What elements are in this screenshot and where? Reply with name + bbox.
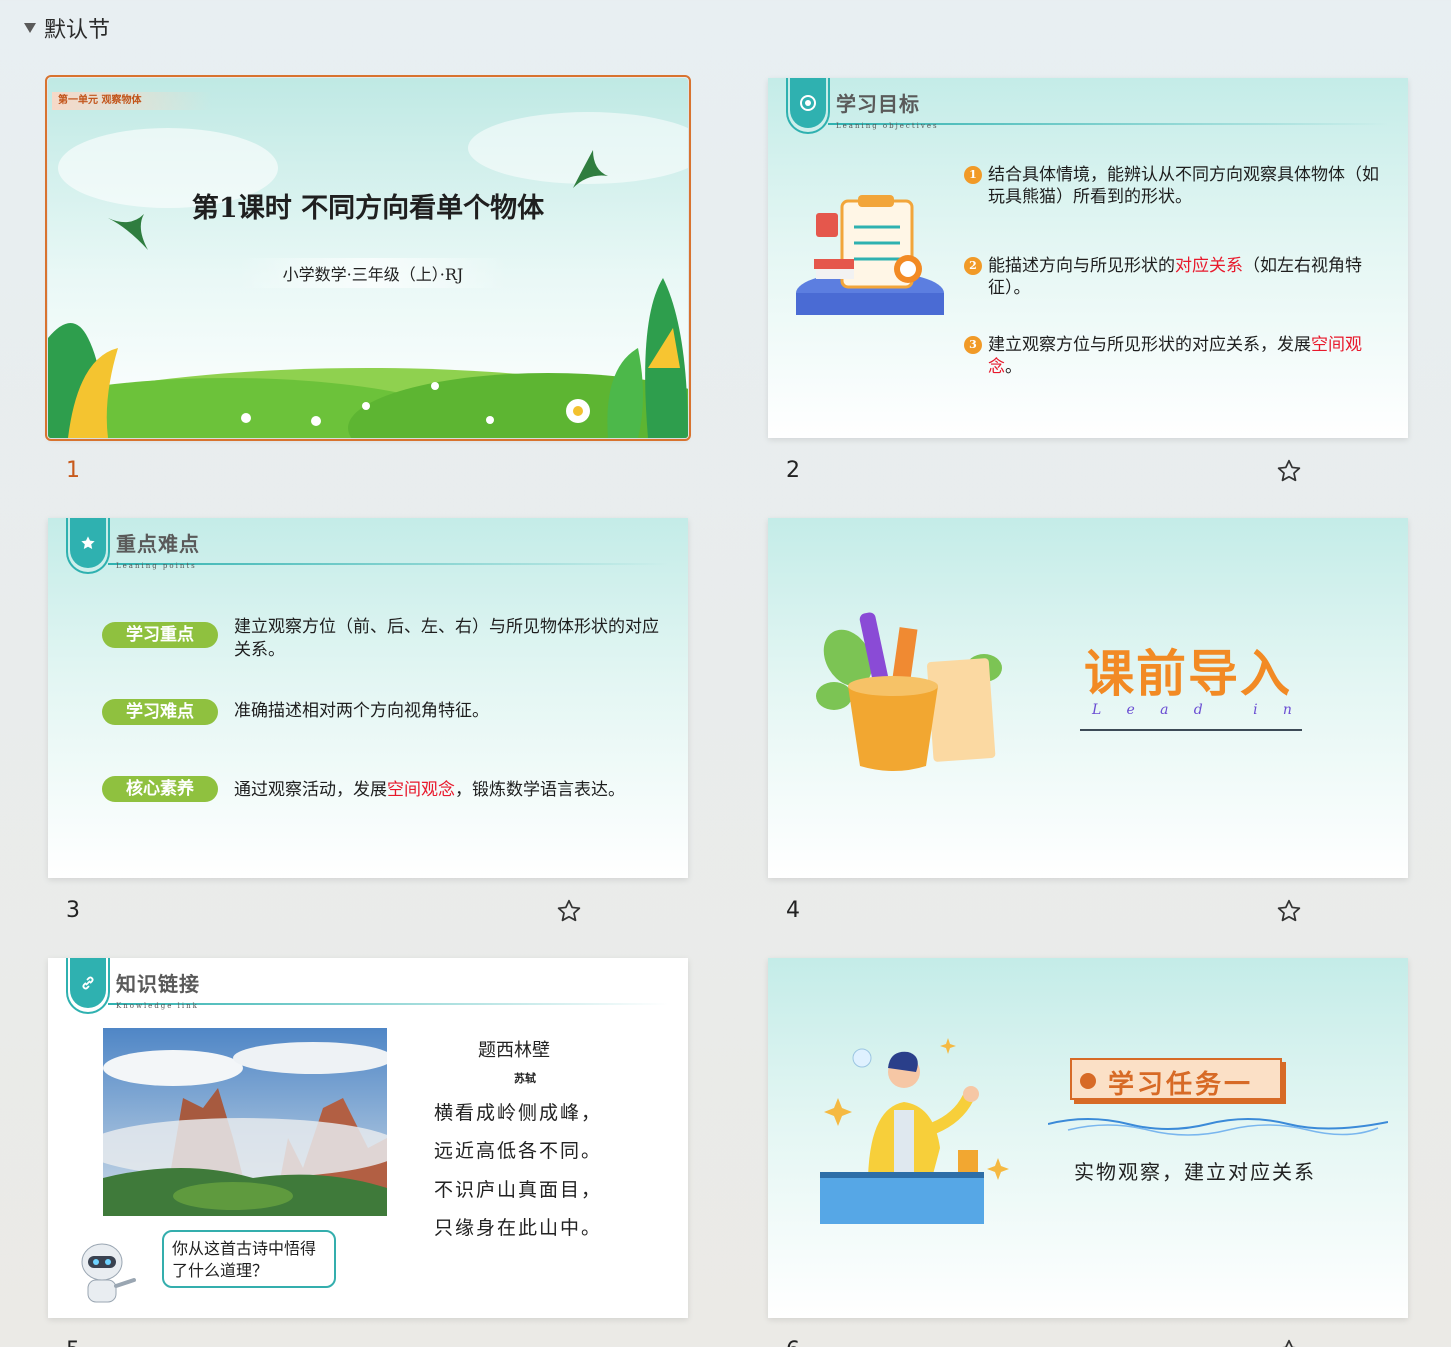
slide-thumbnail-5[interactable]: 知识链接 Knowledge link 题西林壁 苏轼 横看成岭侧成峰， 远近高…: [48, 958, 688, 1318]
star-icon: [81, 536, 95, 549]
link-icon: [82, 976, 94, 990]
test-clipboard-illustration: [796, 195, 944, 315]
slide-number-4: 4: [786, 898, 800, 923]
slide-thumbnail-4[interactable]: 课前导入 Leadin: [768, 518, 1408, 878]
objective-text-1: 结合具体情境，能辨认从不同方向观察具体物体（如玩具熊猫）所看到的形状。: [988, 165, 1379, 207]
slide-thumbnail-3[interactable]: 重点难点 Leaning points 学习重点 建立观察方位（前、后、左、右）…: [48, 518, 688, 878]
key-point-text: 建立观察方位（前、后、左、右）与所见物体形状的对应关系。: [234, 617, 659, 660]
slide-heading-en: Leaning objectives: [836, 122, 939, 130]
section-header[interactable]: 默认节: [24, 12, 110, 44]
slide-title: 第1课时 不同方向看单个物体: [191, 193, 545, 224]
slide-thumbnail-2[interactable]: 学习目标 Leaning objectives 1 结合具体情境，能辨认从不同方…: [768, 78, 1408, 438]
slide-number-2: 2: [786, 458, 800, 483]
difficulty-text: 准确描述相对两个方向视角特征。: [234, 701, 489, 721]
task-bullet: [1080, 1073, 1096, 1089]
title-underline: [1080, 729, 1302, 731]
slide-title: 课前导入: [1084, 644, 1292, 703]
slide-subtitle: 小学数学·三年级（上）·RJ: [238, 258, 508, 288]
collapse-triangle-icon[interactable]: [24, 23, 36, 33]
poem-line-2: 远近高低各不同。: [434, 1140, 603, 1162]
favorite-star-icon[interactable]: [1276, 458, 1302, 484]
objective-text-3: 建立观察方位与所见形状的对应关系，发展空间观念。: [988, 335, 1362, 377]
objective-number-1: 1: [964, 166, 982, 184]
task-title: 学习任务一: [1108, 1070, 1254, 1100]
slide-heading: 重点难点: [116, 532, 200, 556]
objective-number-2: 2: [964, 257, 982, 275]
slide-heading-en: Leaning points: [116, 562, 197, 570]
poem-line-3: 不识庐山真面目，: [434, 1179, 603, 1201]
title-tab: [70, 958, 106, 1008]
poem-line-4: 只缘身在此山中。: [434, 1217, 603, 1239]
difficulty-label: 学习难点: [102, 699, 218, 725]
slide-number-1: 1: [66, 458, 80, 483]
objective-2: 2 能描述方向与所见形状的对应关系（如左右视角特征）。: [964, 255, 1384, 299]
objective-3: 3 建立观察方位与所见形状的对应关系，发展空间观念。: [964, 334, 1384, 378]
slide-number-5: 5: [66, 1338, 80, 1347]
core-literacy-label: 核心素养: [102, 776, 218, 802]
core-literacy-text: 通过观察活动，发展空间观念，锻炼数学语言表达。: [234, 780, 625, 800]
mountain-photo: [103, 1028, 387, 1216]
favorite-star-icon[interactable]: [1276, 1338, 1302, 1347]
objective-number-3: 3: [964, 336, 982, 354]
task-subtitle: 实物观察，建立对应关系: [1074, 1160, 1316, 1184]
task-title-box: 学习任务一: [1070, 1058, 1282, 1100]
slide-heading-en: Knowledge link: [116, 1002, 199, 1010]
slide-number-3: 3: [66, 898, 80, 923]
key-point-label: 学习重点: [102, 622, 218, 648]
stationery-cup-illustration: [816, 612, 1002, 771]
slide-thumbnail-1[interactable]: 第一单元 观察物体 第1课时 不同方向看单个物体 小学数学·三年级（上）·RJ: [45, 75, 691, 441]
favorite-star-icon[interactable]: [556, 898, 582, 924]
slide-number-6: 6: [786, 1338, 800, 1347]
robot-icon: [81, 1243, 136, 1303]
title-tab: [790, 78, 826, 128]
section-label: 默认节: [44, 18, 111, 43]
unit-label: 第一单元 观察物体: [52, 92, 212, 110]
poem-author: 苏轼: [514, 1072, 536, 1085]
lead-in-letters: Leadin: [1092, 702, 1292, 718]
favorite-star-icon[interactable]: [1276, 898, 1302, 924]
poem-line-1: 横看成岭侧成峰，: [434, 1102, 603, 1124]
slide-heading: 学习目标: [836, 92, 920, 116]
objective-text-2: 能描述方向与所见形状的对应关系（如左右视角特征）。: [988, 256, 1362, 298]
teacher-illustration: [820, 1038, 1009, 1224]
slide-thumbnail-6[interactable]: 学习任务一 实物观察，建立对应关系: [768, 958, 1408, 1318]
question-bubble: 你从这首古诗中悟得了什么道理？: [162, 1230, 336, 1288]
slide-heading: 知识链接: [116, 972, 200, 996]
poem-title: 题西林壁: [478, 1040, 550, 1061]
wave-decoration: [1048, 1118, 1388, 1136]
objective-1: 1 结合具体情境，能辨认从不同方向观察具体物体（如玩具熊猫）所看到的形状。: [964, 164, 1384, 208]
title-tab: [70, 518, 106, 568]
target-icon: [800, 95, 816, 111]
